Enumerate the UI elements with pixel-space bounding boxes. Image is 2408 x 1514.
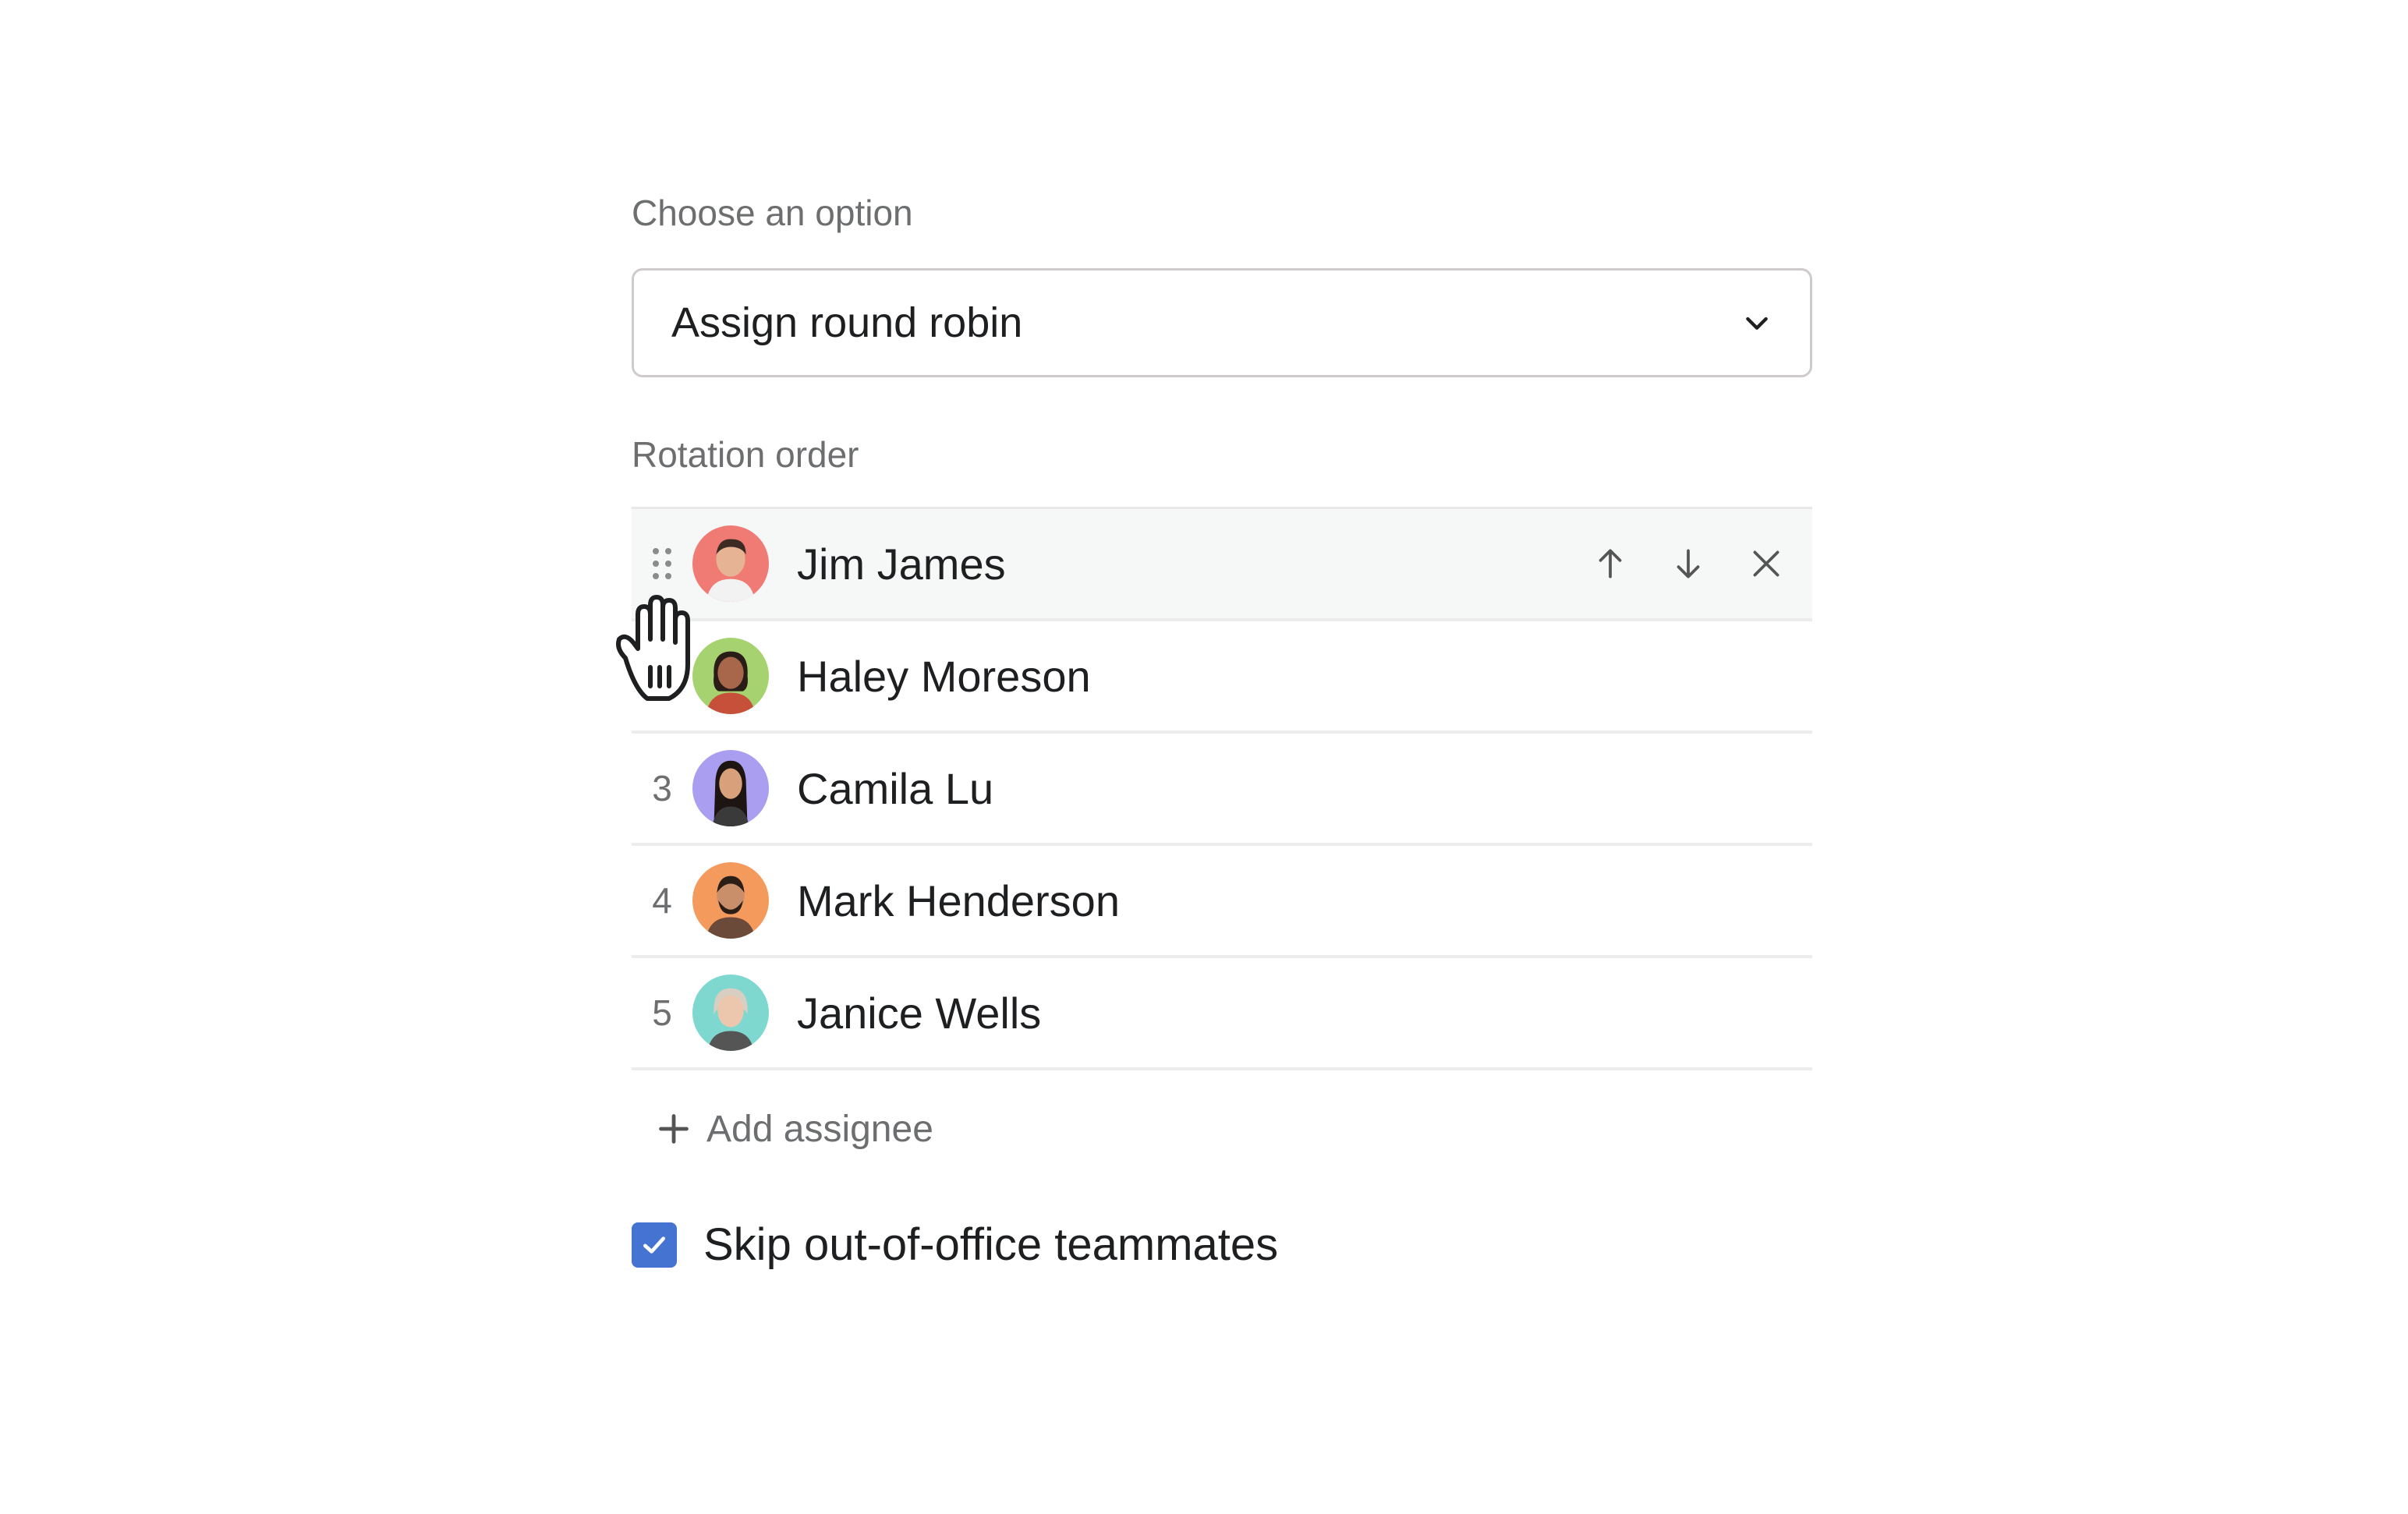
add-assignee-button[interactable]: Add assignee	[632, 1070, 1812, 1187]
assignee-name: Jim James	[797, 539, 1006, 589]
arrow-up-icon	[1599, 549, 1622, 578]
close-icon	[1753, 550, 1779, 577]
rotation-list: Jim James 2 Haley Moreson 3 Camila Lu 4 …	[632, 507, 1812, 1070]
move-up-button[interactable]	[1588, 541, 1633, 586]
table-row[interactable]: 3 Camila Lu	[632, 734, 1812, 846]
drag-handle-icon[interactable]	[632, 547, 692, 581]
choose-option-label: Choose an option	[632, 193, 913, 233]
row-index: 2	[652, 656, 672, 696]
avatar	[692, 525, 769, 602]
skip-ooo-checkbox[interactable]	[632, 1222, 677, 1268]
assignee-name: Mark Henderson	[797, 876, 1120, 925]
round-robin-panel: Choose an option Assign round robin Rota…	[632, 195, 1812, 1271]
table-row[interactable]: 4 Mark Henderson	[632, 846, 1812, 958]
table-row[interactable]: 5 Janice Wells	[632, 958, 1812, 1070]
avatar	[692, 862, 769, 939]
plus-icon	[659, 1114, 689, 1144]
assignee-name: Haley Moreson	[797, 651, 1091, 701]
move-down-button[interactable]	[1666, 541, 1711, 586]
avatar	[692, 975, 769, 1051]
chevron-down-icon	[1746, 317, 1768, 330]
assignee-name: Janice Wells	[797, 988, 1042, 1038]
assignee-name: Camila Lu	[797, 763, 994, 813]
table-row[interactable]: 2 Haley Moreson	[632, 621, 1812, 734]
row-index: 5	[652, 992, 672, 1033]
table-row[interactable]: Jim James	[632, 509, 1812, 621]
select-value: Assign round robin	[671, 299, 1023, 346]
row-index: 4	[652, 880, 672, 921]
avatar	[692, 750, 769, 826]
add-assignee-label: Add assignee	[706, 1108, 933, 1150]
avatar	[692, 638, 769, 714]
skip-ooo-label: Skip out-of-office teammates	[703, 1219, 1279, 1270]
arrow-down-icon	[1677, 549, 1700, 578]
row-index: 3	[652, 768, 672, 808]
skip-ooo-option[interactable]: Skip out-of-office teammates	[632, 1219, 1812, 1271]
checkmark-icon	[643, 1236, 665, 1254]
remove-assignee-button[interactable]	[1744, 541, 1789, 586]
assignment-method-select[interactable]: Assign round robin	[632, 268, 1812, 377]
rotation-order-label: Rotation order	[632, 434, 859, 475]
